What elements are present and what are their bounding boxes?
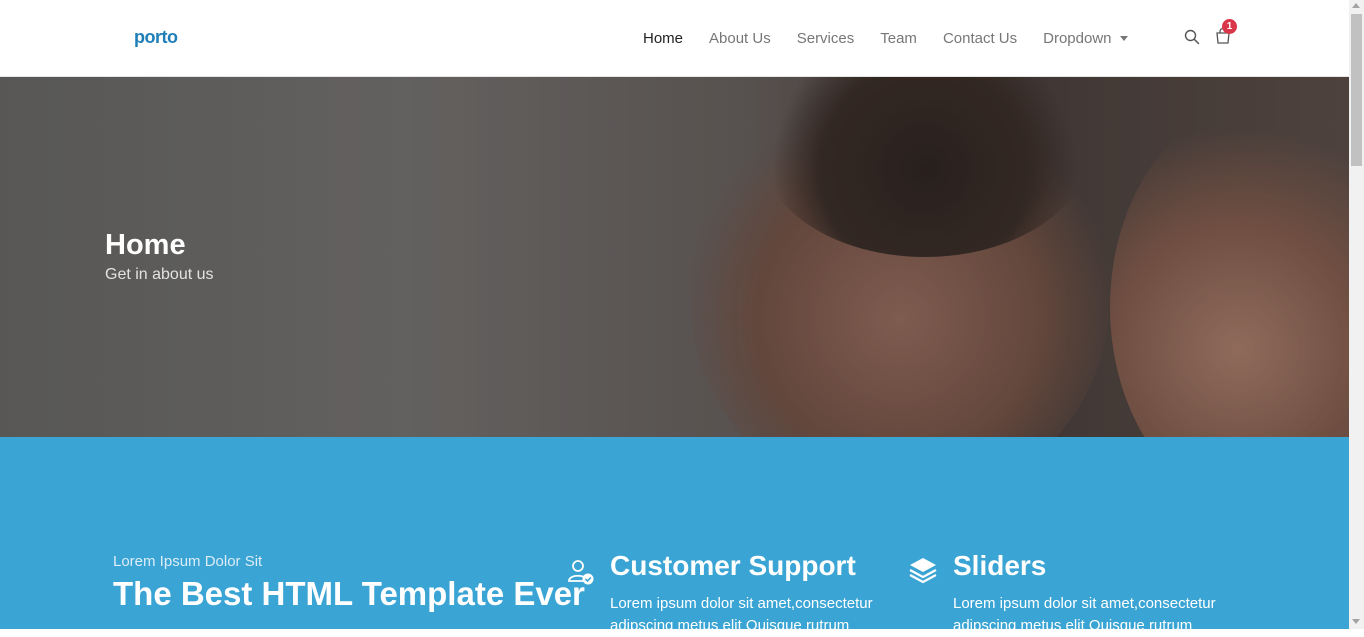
hero-subtitle: Get in about us [105,266,214,283]
logo[interactable]: porto [134,27,178,48]
nav-services[interactable]: Services [784,30,868,47]
nav-contact-us[interactable]: Contact Us [930,30,1030,47]
feature-text-sliders: Lorem ipsum dolor sit amet,consectetur a… [953,595,1216,634]
feature-text-customer-support: Lorem ipsum dolor sit amet,consectetur a… [610,595,873,634]
caret-down-icon [1119,36,1128,42]
feature-title-sliders: Sliders [953,550,1047,581]
nav-dropdown-label: Dropdown [1043,29,1112,47]
main-nav: Home About Us Services Team Contact Us D… [630,0,1141,76]
layers-icon [909,558,937,584]
scrollbar-thumb[interactable] [1351,14,1362,166]
feature-title-customer-support: Customer Support [610,550,856,581]
user-check-icon [568,560,594,585]
hero-banner: Home Get in about us [0,77,1349,437]
cart-count-badge: 1 [1222,19,1237,34]
hero-overlay [0,77,1349,437]
features-section: Lorem Ipsum Dolor Sit The Best HTML Temp… [0,437,1349,634]
search-icon[interactable] [1184,29,1200,45]
scroll-down-icon[interactable] [1352,619,1360,624]
nav-about-us[interactable]: About Us [696,30,784,47]
section-kicker: Lorem Ipsum Dolor Sit [113,553,263,570]
nav-home[interactable]: Home [630,30,696,47]
nav-dropdown[interactable]: Dropdown [1030,30,1140,47]
section-title: The Best HTML Template Ever [113,575,585,612]
site-header: porto Home About Us Services Team Contac… [0,0,1349,77]
scroll-up-icon[interactable] [1352,3,1360,8]
hero-title: Home [105,229,186,261]
nav-team[interactable]: Team [867,30,930,47]
